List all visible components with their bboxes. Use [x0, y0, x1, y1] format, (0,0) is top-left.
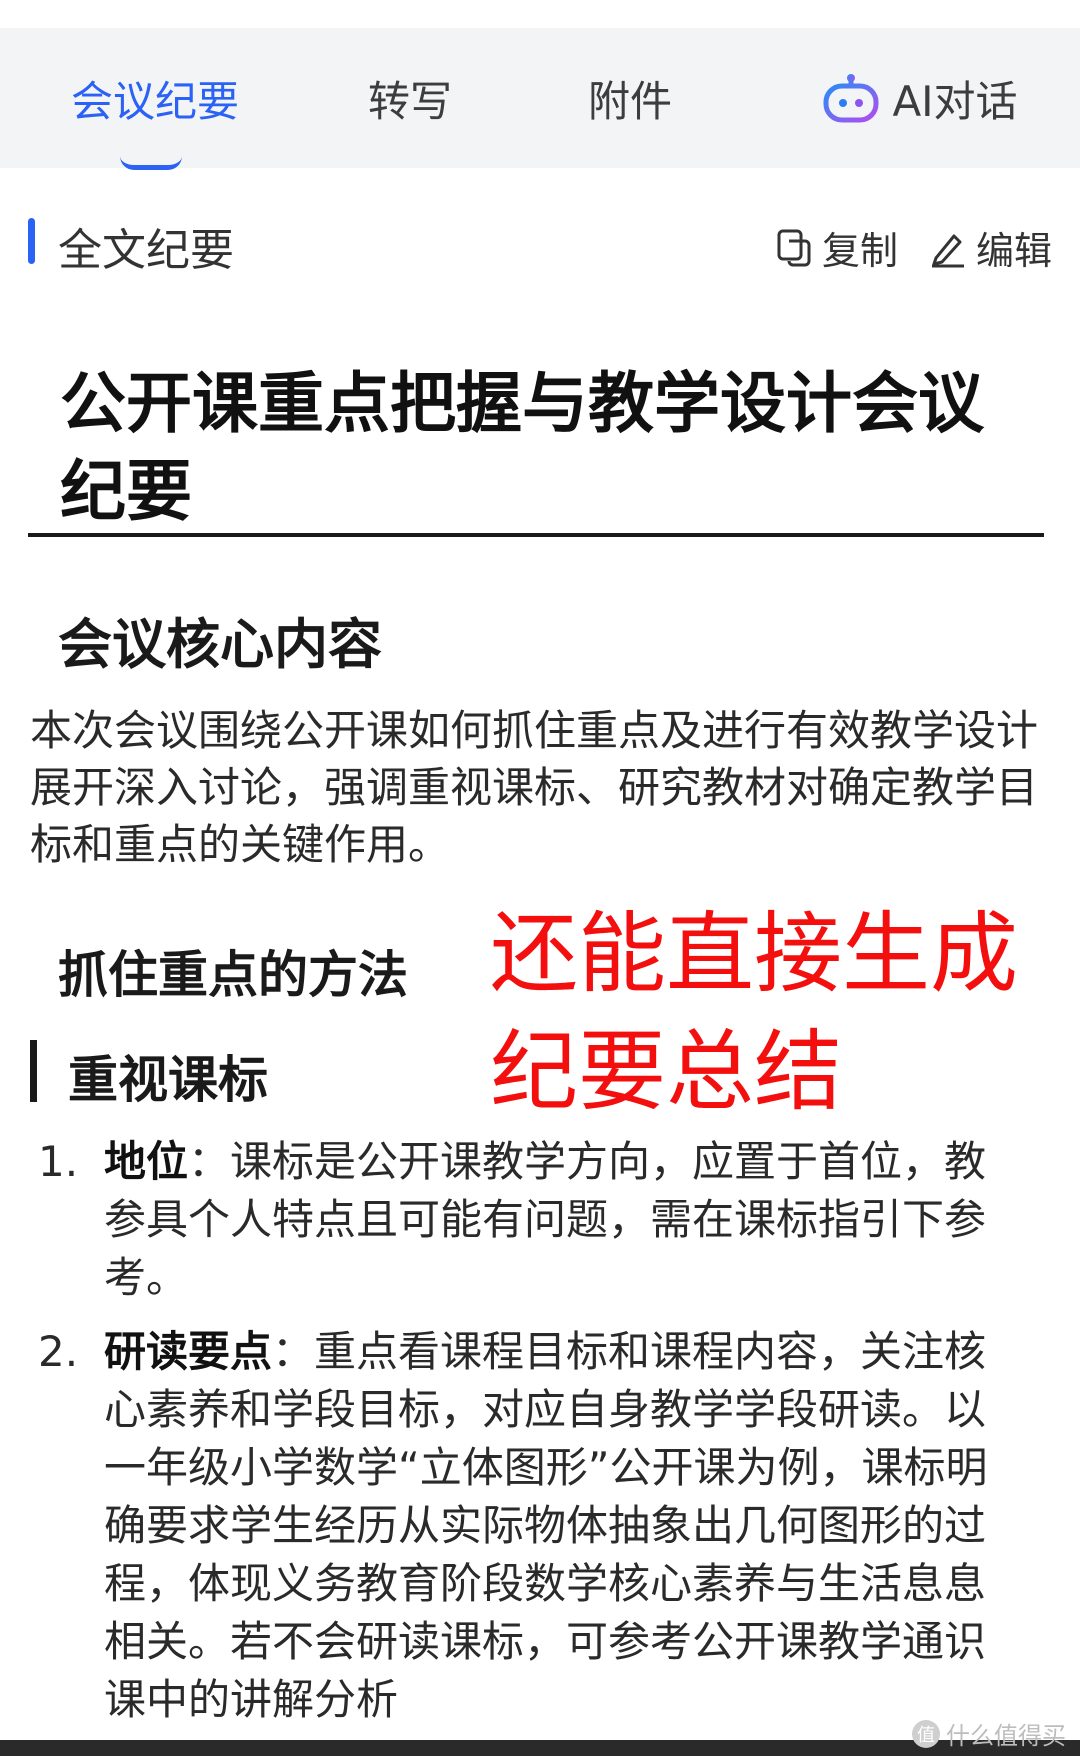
watermark-text: 什么值得买	[946, 1722, 1066, 1750]
list-item-number: 2.	[38, 1327, 79, 1376]
section-header: 全文纪要 复制 编辑	[0, 206, 1080, 276]
list-item-body: ：课标是公开课教学方向，应置于首位，教参具个人特点且可能有问题，需在课标指引下参…	[104, 1137, 987, 1302]
list-item-number: 1.	[38, 1137, 79, 1186]
tab-ai-chat-label: AI对话	[892, 76, 1018, 126]
list-item-body: ：重点看课程目标和课程内容，关注核心素养和学段目标，对应自身教学学段研读。以一年…	[104, 1327, 988, 1724]
copy-icon	[777, 229, 811, 266]
ai-robot-icon	[823, 74, 879, 123]
status-strip	[0, 0, 1080, 28]
tab-bar: 会议纪要 转写 附件 AI对话	[0, 28, 1080, 170]
subheading-curriculum: 重视课标	[68, 1051, 268, 1109]
list-item-text: 地位：课标是公开课教学方向，应置于首位，教参具个人特点且可能有问题，需在课标指引…	[104, 1133, 1004, 1307]
section-title: 全文纪要	[58, 225, 234, 276]
tab-transcript-label: 转写	[367, 76, 452, 126]
list-item-text: 研读要点：重点看课程目标和课程内容，关注核心素养和学段目标，对应自身教学学段研读…	[104, 1323, 1004, 1729]
method-heading: 抓住重点的方法	[58, 946, 408, 1004]
title-divider	[28, 533, 1044, 537]
core-content-paragraph: 本次会议围绕公开课如何抓住重点及进行有效教学设计展开深入讨论，强调重视课标、研究…	[30, 706, 1039, 869]
active-tab-indicator	[120, 156, 182, 170]
core-content-heading: 会议核心内容	[58, 613, 382, 676]
tab-attachments-label: 附件	[587, 76, 672, 126]
tab-minutes[interactable]: 会议纪要	[60, 28, 250, 168]
watermark-logo-icon: 值	[912, 1719, 940, 1748]
copy-button[interactable]: 复制	[776, 220, 898, 275]
annotation-overlay-text: 还能直接生成纪要总结	[490, 902, 1019, 1123]
edit-label: 编辑	[976, 229, 1053, 273]
tab-attachments[interactable]: 附件	[560, 28, 700, 168]
tab-transcript[interactable]: 转写	[340, 28, 480, 168]
watermark: 值 什么值得买	[912, 1716, 1066, 1751]
tab-minutes-label: 会议纪要	[70, 76, 239, 126]
subheading-bar	[30, 1040, 37, 1102]
document-title: 公开课重点把握与教学设计会议纪要	[60, 365, 984, 530]
tab-ai-chat[interactable]: AI对话	[800, 28, 1040, 168]
section-accent-bar	[28, 218, 35, 264]
edit-pencil-icon	[932, 234, 964, 267]
list-item-keyword: 地位	[104, 1137, 189, 1186]
list-item-keyword: 研读要点	[104, 1327, 273, 1376]
copy-label: 复制	[822, 229, 899, 273]
edit-button[interactable]: 编辑	[928, 220, 1052, 275]
